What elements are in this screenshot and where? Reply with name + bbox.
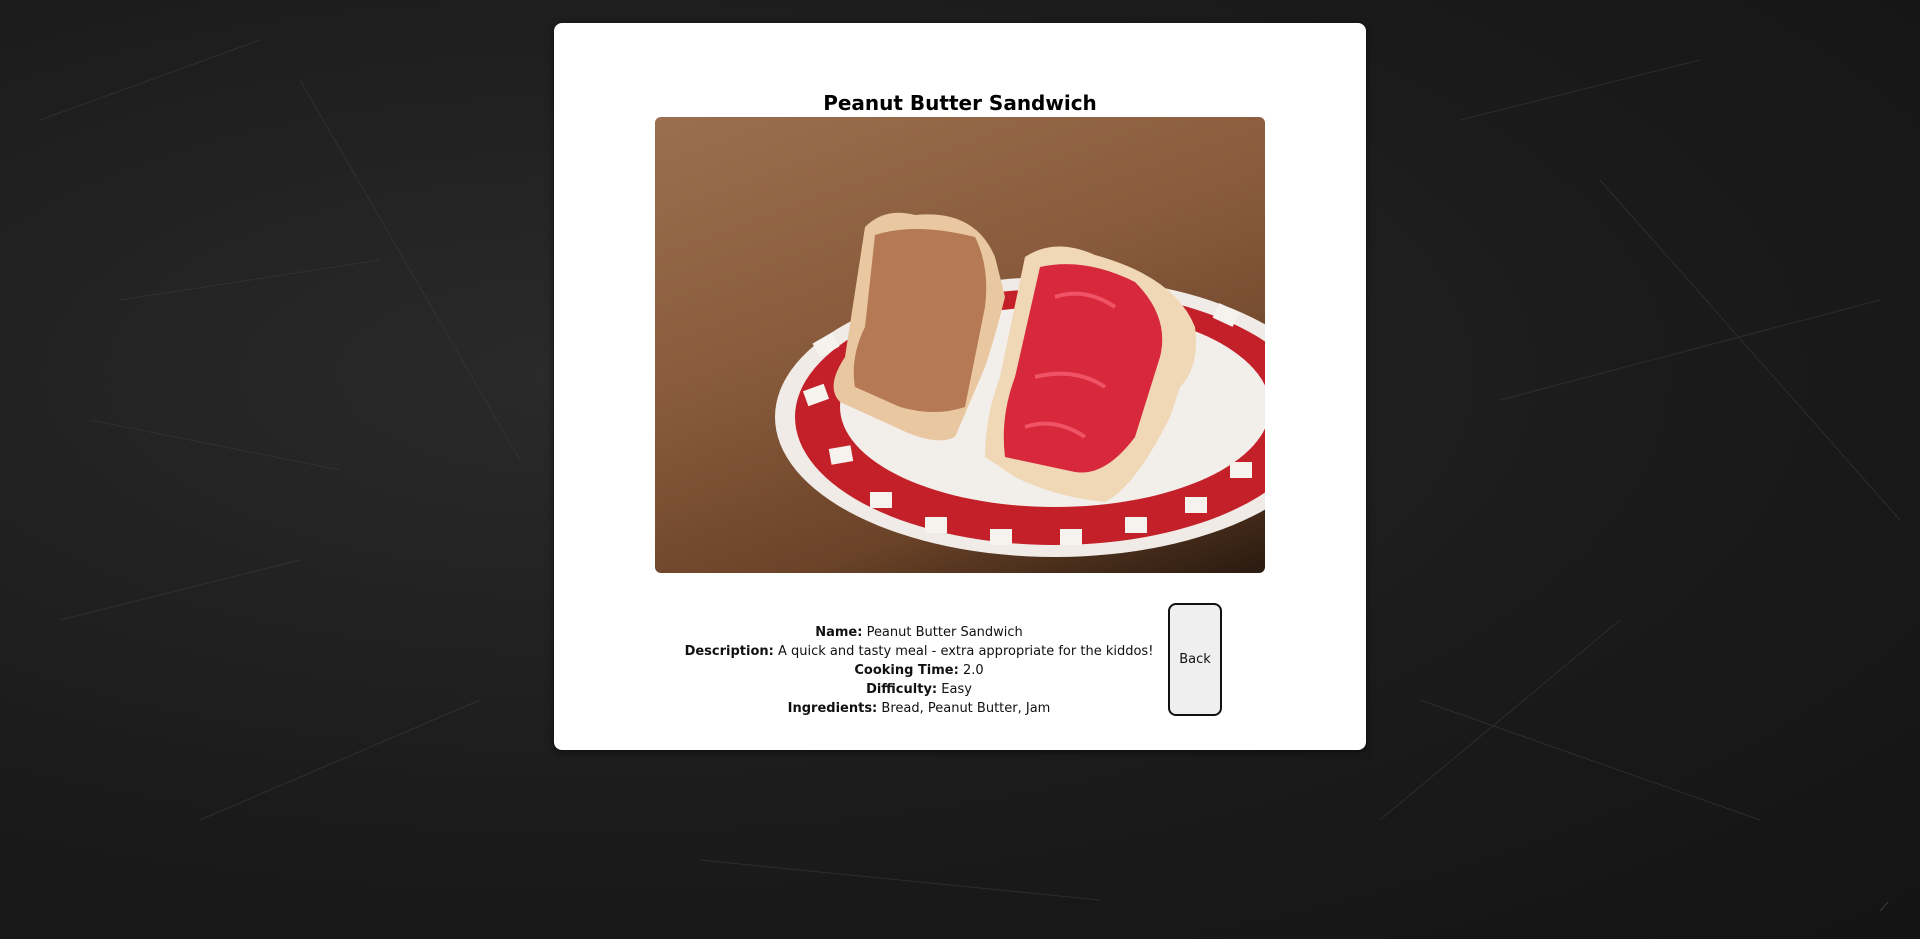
recipe-details: Name: Peanut Butter Sandwich Description… <box>684 623 1154 718</box>
detail-difficulty: Difficulty: Easy <box>684 680 1154 699</box>
name-value: Peanut Butter Sandwich <box>866 625 1023 640</box>
cooking-time-label: Cooking Time: <box>854 663 959 678</box>
recipe-card: Peanut Butter Sandwich Name: Peanut Butt… <box>554 23 1366 750</box>
difficulty-value: Easy <box>941 682 972 697</box>
description-label: Description: <box>684 644 774 659</box>
ingredients-label: Ingredients: <box>787 701 878 716</box>
recipe-title: Peanut Butter Sandwich <box>823 91 1097 115</box>
sandwich-image <box>775 212 1265 557</box>
detail-cooking-time: Cooking Time: 2.0 <box>684 661 1154 680</box>
name-label: Name: <box>815 625 863 640</box>
difficulty-label: Difficulty: <box>866 682 938 697</box>
resize-grip-icon: ⟋ <box>1880 900 1889 914</box>
recipe-photo <box>655 117 1265 573</box>
description-value: A quick and tasty meal - extra appropria… <box>777 644 1154 659</box>
ingredients-value: Bread, Peanut Butter, Jam <box>881 701 1051 716</box>
detail-ingredients: Ingredients: Bread, Peanut Butter, Jam <box>684 699 1154 718</box>
detail-description: Description: A quick and tasty meal - ex… <box>684 642 1154 661</box>
back-button[interactable]: Back <box>1168 603 1222 716</box>
detail-name: Name: Peanut Butter Sandwich <box>684 623 1154 642</box>
cooking-time-value: 2.0 <box>962 663 984 678</box>
